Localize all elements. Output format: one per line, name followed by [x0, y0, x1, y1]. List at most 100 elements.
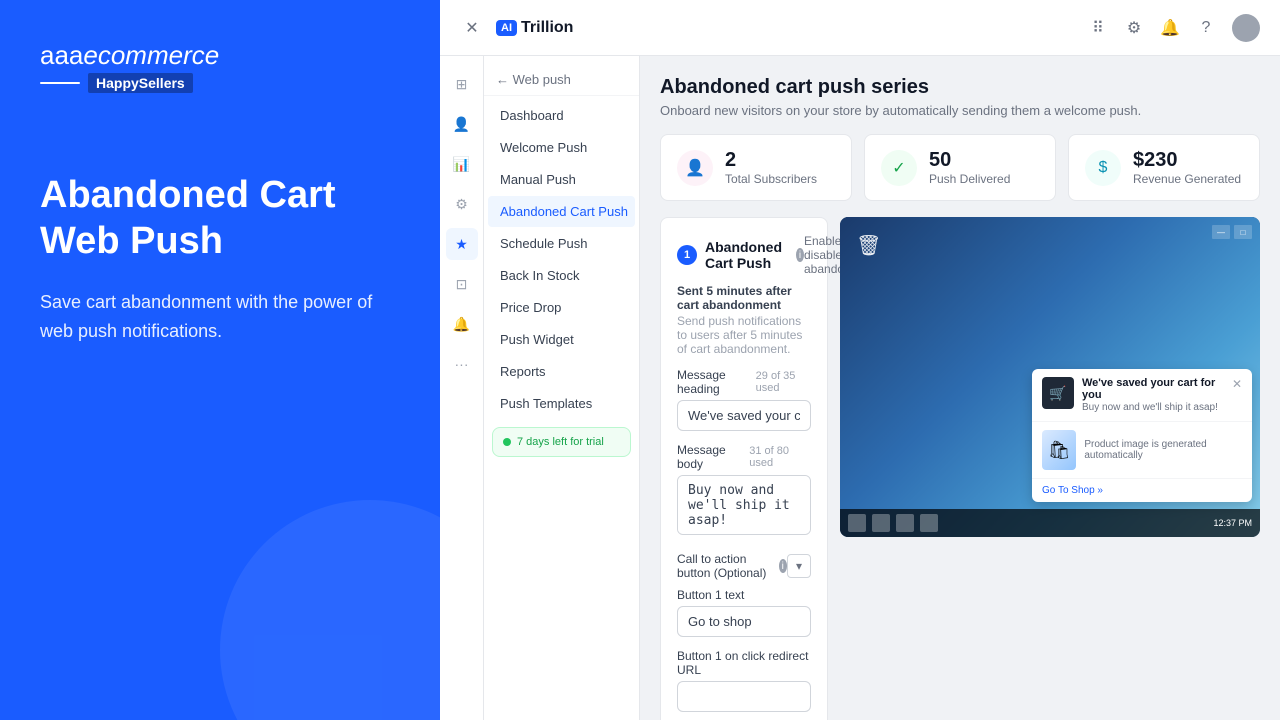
icon-rail: ⊞ 👤 📊 ⚙ ★ ⊡ 🔔 ···: [440, 56, 484, 720]
message-heading-field: Message heading 29 of 35 used: [677, 368, 811, 431]
page-header: Abandoned cart push series Onboard new v…: [660, 76, 1260, 118]
close-button[interactable]: ✕: [460, 16, 484, 40]
notif-content: We've saved your cart for you Buy now an…: [1082, 377, 1224, 413]
nav-icon-star[interactable]: ★: [446, 228, 478, 260]
nav-item-welcome-push[interactable]: Welcome Push: [488, 132, 635, 163]
delivered-value: 50: [929, 149, 1010, 172]
nav-item-reports[interactable]: Reports: [488, 356, 635, 387]
subscribers-label: Total Subscribers: [725, 172, 817, 186]
grid-icon[interactable]: ⠿: [1088, 18, 1108, 38]
section-header: 1 Abandoned Cart Push i Enable or disabl…: [677, 234, 811, 276]
left-description: Save cart abandonment with the power of …: [40, 288, 400, 346]
notif-cta-button[interactable]: Go To Shop »: [1032, 478, 1252, 502]
app-name: Trillion: [521, 19, 573, 37]
nav-icon-chart[interactable]: 📊: [446, 148, 478, 180]
stat-delivered-info: 50 Push Delivered: [929, 149, 1010, 186]
nav-back-button[interactable]: ← Web push: [484, 64, 639, 96]
recycle-bin-icon: 🗑: [856, 233, 881, 258]
app-body: ⊞ 👤 📊 ⚙ ★ ⊡ 🔔 ··· ← Web push Dashboard W…: [440, 56, 1280, 720]
nav-icon-bell[interactable]: 🔔: [446, 308, 478, 340]
stat-revenue-info: $230 Revenue Generated: [1133, 149, 1241, 186]
nav-item-schedule-push[interactable]: Schedule Push: [488, 228, 635, 259]
section-title-row: 1 Abandoned Cart Push i: [677, 239, 804, 271]
happy-sellers-label: HappySellers: [88, 73, 193, 93]
help-icon[interactable]: ?: [1196, 18, 1216, 38]
form-panel: 1 Abandoned Cart Push i Enable or disabl…: [660, 217, 828, 720]
top-bar-right: ⠿ ⚙ 🔔 ?: [1088, 14, 1260, 42]
section-info-icon[interactable]: i: [796, 248, 804, 262]
taskbar-start-icon[interactable]: [848, 514, 866, 532]
product-thumbnail: 🛍: [1042, 430, 1076, 470]
delivered-icon: ✓: [881, 150, 917, 186]
nav-icon-box[interactable]: ⊡: [446, 268, 478, 300]
user-avatar[interactable]: [1232, 14, 1260, 42]
section-number: 1: [677, 245, 697, 265]
app-logo: AI Trillion: [496, 19, 573, 37]
page-subtitle: Onboard new visitors on your store by au…: [660, 103, 1260, 118]
nav-item-push-widget[interactable]: Push Widget: [488, 324, 635, 355]
section-card: 1 Abandoned Cart Push i Enable or disabl…: [660, 217, 828, 720]
message-heading-label: Message heading: [677, 368, 756, 396]
stat-card-revenue: $ $230 Revenue Generated: [1068, 134, 1260, 201]
cta-row: Call to action button (Optional) i ▾: [677, 552, 811, 580]
button1-url-label-row: Button 1 on click redirect URL: [677, 649, 811, 677]
nav-icon-user[interactable]: 👤: [446, 108, 478, 140]
message-body-field: Message body 31 of 80 used: [677, 443, 811, 540]
nav-item-abandoned-cart-push[interactable]: Abandoned Cart Push: [488, 196, 635, 227]
stat-subscribers-info: 2 Total Subscribers: [725, 149, 817, 186]
taskbar-folder-icon[interactable]: [920, 514, 938, 532]
notif-close-button[interactable]: ✕: [1232, 377, 1242, 391]
subscribers-value: 2: [725, 149, 817, 172]
taskbar-browser-icon[interactable]: [896, 514, 914, 532]
sent-desc: Send push notifications to users after 5…: [677, 314, 811, 356]
message-heading-count: 29 of 35 used: [756, 370, 811, 394]
form-preview-row: 1 Abandoned Cart Push i Enable or disabl…: [660, 217, 1260, 720]
message-body-label: Message body: [677, 443, 749, 471]
stat-card-subscribers: 👤 2 Total Subscribers: [660, 134, 852, 201]
button1-text-input[interactable]: [677, 606, 811, 637]
delivered-label: Push Delivered: [929, 172, 1010, 186]
message-body-textarea[interactable]: [677, 475, 811, 535]
button1-text-label-row: Button 1 text: [677, 588, 811, 602]
notif-title: We've saved your cart for you: [1082, 377, 1224, 401]
settings-icon[interactable]: ⚙: [1124, 18, 1144, 38]
revenue-label: Revenue Generated: [1133, 172, 1241, 186]
ai-badge: AI: [496, 20, 517, 36]
section-title: Abandoned Cart Push: [705, 239, 788, 271]
revenue-icon: $: [1085, 150, 1121, 186]
nav-item-push-templates[interactable]: Push Templates: [488, 388, 635, 419]
message-body-count: 31 of 80 used: [749, 445, 811, 469]
notif-product-row: 🛍 Product image is generated automatical…: [1032, 422, 1252, 478]
nav-icon-dashboard[interactable]: ⊞: [446, 68, 478, 100]
stat-card-delivered: ✓ 50 Push Delivered: [864, 134, 1056, 201]
trial-badge: 7 days left for trial: [492, 427, 631, 457]
subscribers-icon: 👤: [677, 150, 713, 186]
cta-dropdown[interactable]: ▾: [787, 554, 811, 578]
brand-smile: HappySellers: [40, 73, 400, 93]
nav-icon-more[interactable]: ···: [446, 348, 478, 380]
nav-icon-settings[interactable]: ⚙: [446, 188, 478, 220]
maximize-button[interactable]: □: [1234, 225, 1252, 239]
top-bar: ✕ AI Trillion ⠿ ⚙ 🔔 ?: [440, 0, 1280, 56]
left-panel: aaaecommerce HappySellers Abandoned Cart…: [0, 0, 440, 720]
cta-info-icon[interactable]: i: [779, 559, 787, 573]
main-content: Abandoned cart push series Onboard new v…: [640, 56, 1280, 720]
nav-item-dashboard[interactable]: Dashboard: [488, 100, 635, 131]
nav-item-price-drop[interactable]: Price Drop: [488, 292, 635, 323]
nav-item-manual-push[interactable]: Manual Push: [488, 164, 635, 195]
product-label: Product image is generated automatically: [1084, 439, 1242, 461]
message-heading-input[interactable]: [677, 400, 811, 431]
button1-url-input[interactable]: [677, 681, 811, 712]
brand-logo: aaaecommerce HappySellers: [40, 40, 400, 93]
nav-item-back-in-stock[interactable]: Back In Stock: [488, 260, 635, 291]
minimize-button[interactable]: —: [1212, 225, 1230, 239]
top-bar-left: ✕ AI Trillion: [460, 16, 573, 40]
taskbar-search-icon[interactable]: [872, 514, 890, 532]
button1-url-field: Button 1 on click redirect URL: [677, 649, 811, 712]
stats-row: 👤 2 Total Subscribers ✓ 50 Push Delivere…: [660, 134, 1260, 201]
preview-panel: 🗑 — □ 🛒 We've saved your cart fo: [840, 217, 1260, 720]
button1-text-field: Button 1 text: [677, 588, 811, 637]
sidebar-inner: ⊞ 👤 📊 ⚙ ★ ⊡ 🔔 ··· ← Web push Dashboard W…: [440, 56, 639, 720]
sent-info: Sent 5 minutes after cart abandonment: [677, 284, 811, 312]
bell-icon[interactable]: 🔔: [1160, 18, 1180, 38]
